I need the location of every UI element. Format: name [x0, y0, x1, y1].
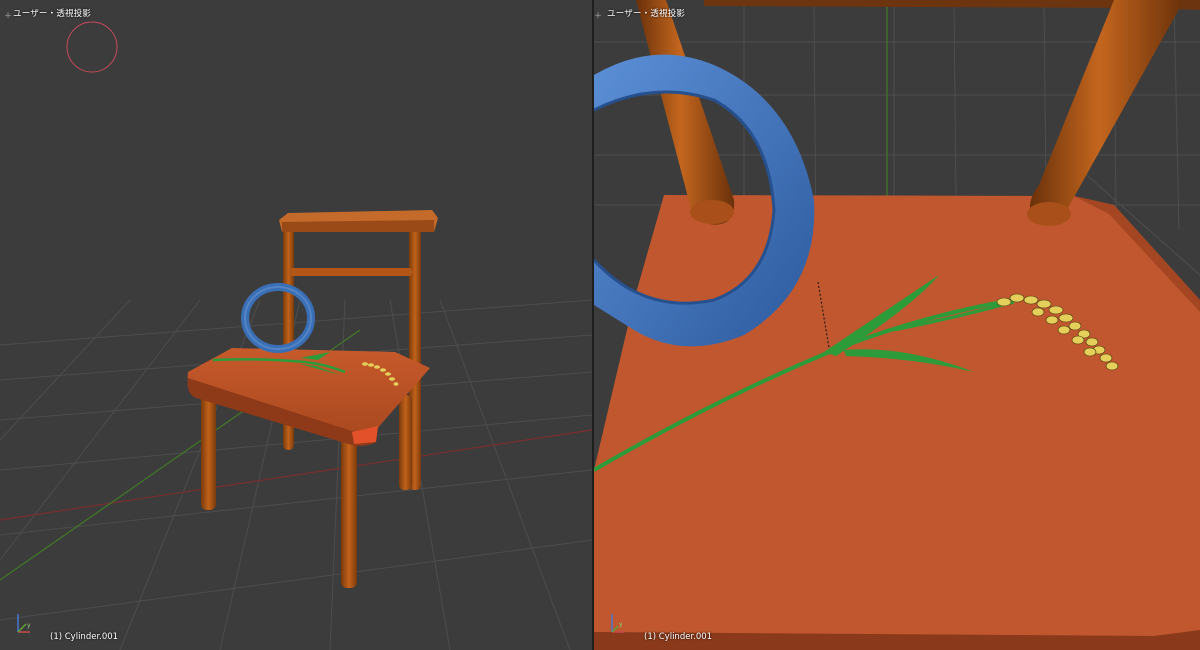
blender-app: ユーザー・透視投影 + y (1) Cylinder.001 ユーザー・透視投影…: [0, 0, 1200, 650]
viewport-left-scene[interactable]: [0, 0, 592, 650]
viewport-left-header: ユーザー・透視投影: [13, 9, 92, 19]
axis-y-label: y: [27, 622, 31, 629]
axis-gizmo-icon: y: [611, 614, 624, 633]
corner-plus-icon[interactable]: +: [4, 12, 12, 21]
viewport-left[interactable]: ユーザー・透視投影 + y (1) Cylinder.001: [0, 0, 592, 650]
viewport-right-status: (1) Cylinder.001: [644, 632, 713, 642]
chair-back-leg-lower: [399, 395, 412, 490]
viewport-right-header: ユーザー・透視投影: [607, 9, 686, 19]
viewport-right[interactable]: ユーザー・透視投影 + y (1) Cylinder.001: [594, 0, 1200, 650]
corner-plus-icon[interactable]: +: [594, 12, 602, 21]
chair-middle-rail: [290, 268, 412, 276]
viewport-right-scene[interactable]: [594, 0, 1200, 650]
chair-front-leg-right: [341, 430, 357, 588]
axis-y-label: y: [619, 621, 623, 628]
axis-gizmo-icon: y: [17, 614, 31, 633]
chair-front-leg-left: [201, 390, 216, 510]
viewport-left-status: (1) Cylinder.001: [50, 632, 119, 642]
chair-seat: [594, 195, 1200, 640]
